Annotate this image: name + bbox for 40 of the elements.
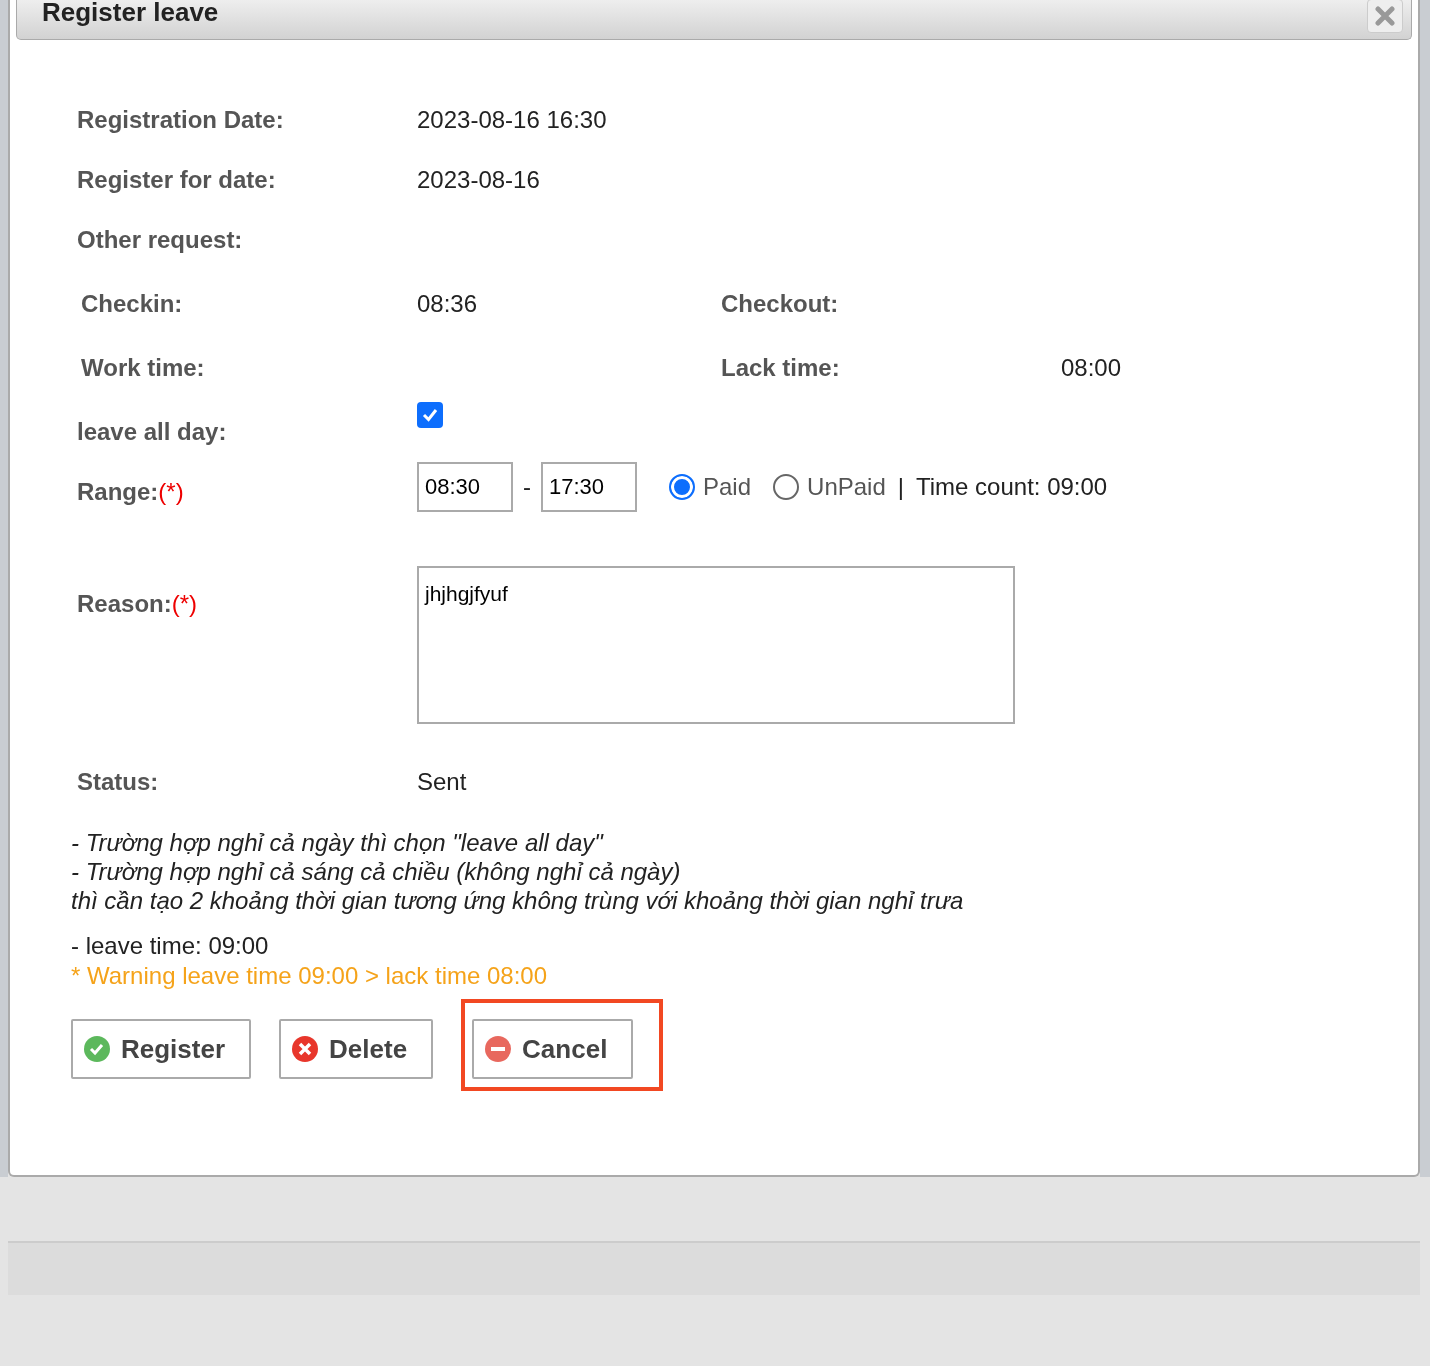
field-label: Reason:(*)	[77, 589, 198, 619]
field-label: Range:(*)	[77, 477, 185, 507]
field-value: 2023-08-16	[417, 165, 540, 195]
action-button[interactable]: Delete	[279, 1019, 434, 1079]
note-text: - Trường hợp nghỉ cả sáng cả chiều (không nghỉ cả ngày)	[71, 857, 682, 886]
close-button[interactable]	[1367, 0, 1403, 33]
note-text: thì cần tạo 2 khoảng thời gian tương ứng không trùng với khoảng thời gian nghỉ trưa	[71, 886, 965, 915]
status-value: Sent	[417, 767, 467, 797]
radio-option[interactable]: Paid	[669, 469, 752, 505]
note-text: - Trường hợp nghỉ cả ngày thì chọn "leave all day"	[71, 828, 605, 857]
checkmark-icon	[421, 406, 439, 424]
dialog-title: Register leave	[42, 0, 219, 29]
field-label: Lack time:	[721, 353, 841, 383]
field-label: Checkout:	[721, 289, 840, 319]
radio-option[interactable]: UnPaid	[773, 469, 886, 505]
range-separator: -	[523, 472, 531, 502]
divider-text: |	[897, 472, 904, 502]
time-count: Time count: 09:00	[916, 472, 1108, 502]
leave-time-text: - leave time: 09:00	[71, 931, 270, 961]
close-icon	[1375, 5, 1395, 26]
field-value: 08:36	[417, 289, 479, 319]
time-field[interactable]: 08:30	[417, 462, 513, 512]
warning-text: * Warning leave time 09:00 > lack time 08:00	[71, 961, 549, 991]
checkbox[interactable]	[417, 402, 443, 428]
action-button[interactable]: Register	[71, 1019, 252, 1079]
action-button[interactable]: Cancel	[472, 1019, 634, 1079]
field-label: leave all day:	[77, 417, 228, 447]
reason-field[interactable]: jhjhgjfyuf	[417, 566, 1015, 724]
field-label: Registration Date:	[77, 105, 285, 135]
field-label: Work time:	[81, 353, 206, 383]
minus-icon	[484, 1035, 513, 1063]
field-label: Status:	[77, 767, 160, 797]
field-label: Register for date:	[77, 165, 277, 195]
field-value: 2023-08-16 16:30	[417, 105, 607, 135]
field-value: 08:00	[1061, 353, 1123, 383]
time-field[interactable]: 17:30	[541, 462, 637, 512]
field-label: Checkin:	[81, 289, 184, 319]
field-label: Other request:	[77, 225, 244, 255]
check-icon	[83, 1035, 111, 1063]
x-icon	[291, 1035, 320, 1063]
